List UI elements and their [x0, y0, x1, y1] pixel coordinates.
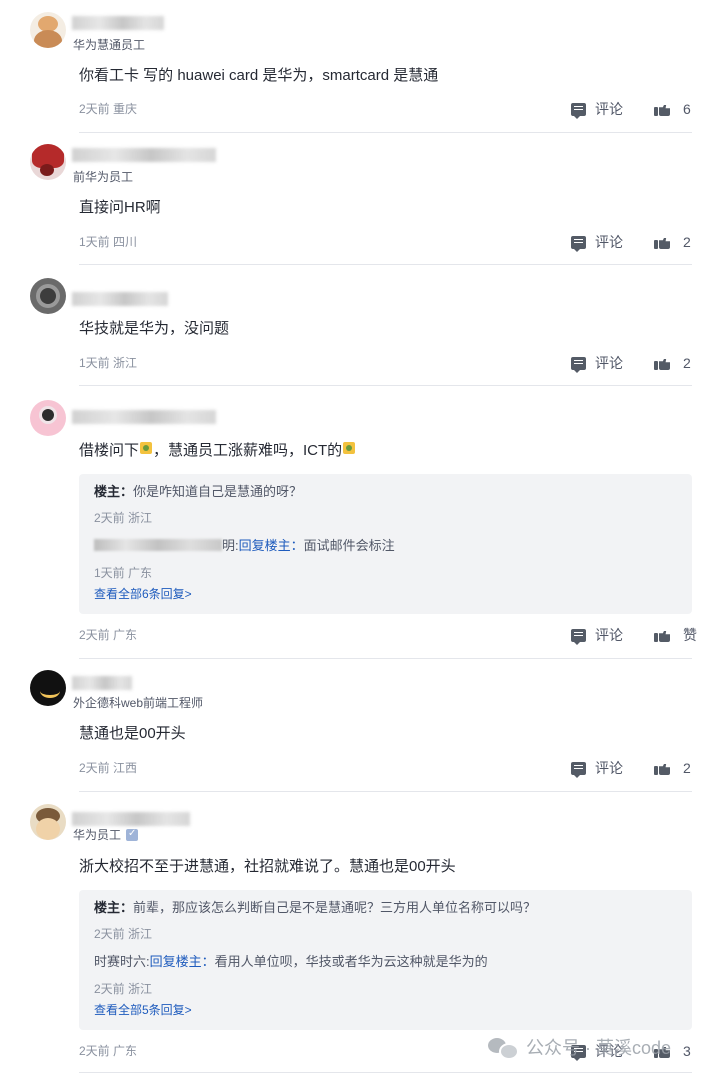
emoji-icon [140, 442, 153, 454]
comment-icon [571, 235, 586, 252]
divider [79, 264, 692, 265]
username-redacted [72, 16, 164, 30]
like-button[interactable]: 2 [654, 234, 691, 250]
comment-content: 借楼问下 ，慧通员工涨薪难吗，ICT的 [79, 441, 356, 461]
comment-button[interactable]: 评论 [571, 234, 623, 252]
view-all-replies-link[interactable]: 查看全部5条回复> [94, 1003, 192, 1017]
comment-icon [571, 628, 586, 645]
thumbs-up-icon [654, 761, 670, 775]
user-avatar[interactable] [30, 144, 66, 180]
wechat-icon [488, 1036, 519, 1060]
user-title: 前华为员工 [73, 170, 134, 184]
like-button[interactable]: 6 [654, 101, 691, 117]
reply-item: 明:回复楼主：面试邮件会标注 [94, 538, 395, 554]
replies-panel: 楼主：前辈，那应该怎么判断自己是不是慧通呢？三方用人单位名称可以吗？ 2天前 浙… [79, 890, 692, 1030]
username-redacted [94, 539, 222, 551]
divider [79, 132, 692, 133]
comment-icon [571, 102, 586, 119]
thumbs-up-icon [654, 102, 670, 116]
comment-meta: 1天前 浙江 [79, 356, 138, 370]
reply-to-op-link[interactable]: 回复楼主： [150, 954, 215, 969]
reply-meta: 2天前 浙江 [94, 511, 153, 525]
divider [79, 385, 692, 386]
divider [79, 791, 692, 792]
comment-meta: 2天前 广东 [79, 628, 138, 642]
reply-meta: 1天前 广东 [94, 566, 153, 580]
user-avatar[interactable] [30, 12, 66, 48]
comment-button[interactable]: 评论 [571, 760, 623, 778]
comment-icon [571, 356, 586, 373]
like-button[interactable]: 2 [654, 760, 691, 776]
user-avatar[interactable] [30, 278, 66, 314]
emoji-icon [343, 442, 356, 454]
username-redacted [72, 148, 216, 162]
reply-meta: 2天前 浙江 [94, 927, 153, 941]
verified-badge-icon [126, 827, 139, 841]
comment-content: 你看工卡 写的 huawei card 是华为，smartcard 是慧通 [79, 67, 439, 84]
reply-item: 时赛时六:回复楼主：看用人单位呗，华技或者华为云这种就是华为的 [94, 954, 488, 969]
reply-to-op-link[interactable]: 回复楼主： [239, 538, 304, 553]
comment-icon [571, 761, 586, 778]
divider [79, 1072, 692, 1073]
user-title: 外企德科web前端工程师 [73, 696, 204, 710]
comment-meta: 1天前 四川 [79, 235, 138, 249]
user-title: 华为员工 [73, 827, 139, 842]
like-button[interactable]: 赞 [654, 627, 697, 643]
reply-item: 楼主：前辈，那应该怎么判断自己是不是慧通呢？三方用人单位名称可以吗？ [94, 900, 537, 915]
comment-content: 华技就是华为，没问题 [79, 320, 230, 337]
like-button[interactable]: 2 [654, 355, 691, 371]
username-redacted [72, 292, 168, 306]
comment-button[interactable]: 评论 [571, 355, 623, 373]
divider [79, 658, 692, 659]
username-redacted [72, 410, 216, 424]
comment-button[interactable]: 评论 [571, 101, 623, 119]
comment-content: 浙大校招不至于进慧通，社招就难说了。慧通也是00开头 [79, 858, 456, 875]
watermark: 公众号 · 莫溪code [488, 1034, 671, 1060]
reply-meta: 2天前 浙江 [94, 982, 153, 996]
thumbs-up-icon [654, 235, 670, 249]
view-all-replies-link[interactable]: 查看全部6条回复> [94, 587, 192, 601]
comment-meta: 2天前 重庆 [79, 102, 138, 116]
comment-meta: 2天前 广东 [79, 1044, 138, 1058]
user-avatar[interactable] [30, 400, 66, 436]
user-avatar[interactable] [30, 670, 66, 706]
user-title: 华为慧通员工 [73, 38, 146, 52]
username-redacted [72, 812, 190, 826]
comment-meta: 2天前 江西 [79, 761, 138, 775]
comment-button[interactable]: 评论 [571, 627, 623, 645]
username-redacted [72, 676, 132, 690]
comment-content: 直接问HR啊 [79, 199, 161, 216]
user-avatar[interactable] [30, 804, 66, 840]
replies-panel: 楼主：你是咋知道自己是慧通的呀？ 2天前 浙江 明:回复楼主：面试邮件会标注 1… [79, 474, 692, 614]
thumbs-up-icon [654, 628, 670, 642]
comment-content: 慧通也是00开头 [79, 725, 186, 742]
thumbs-up-icon [654, 356, 670, 370]
reply-item: 楼主：你是咋知道自己是慧通的呀？ [94, 484, 303, 499]
